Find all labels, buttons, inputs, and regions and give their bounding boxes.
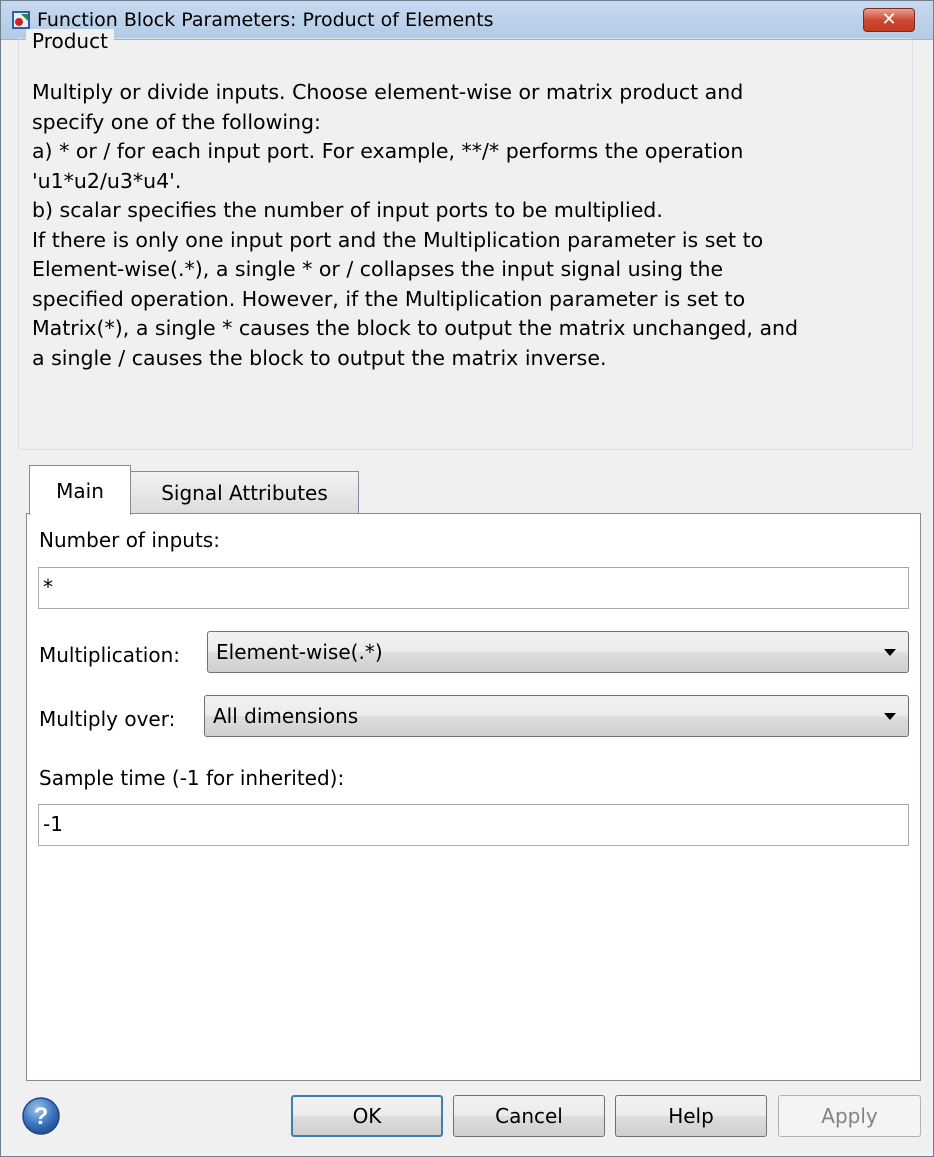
multiplication-label: Multiplication: (39, 643, 180, 667)
dialog-window: Function Block Parameters: Product of El… (0, 0, 934, 1157)
description-line: Matrix(*), a single * causes the block t… (32, 316, 799, 340)
simulink-block-icon (12, 11, 30, 29)
svg-text:?: ? (34, 1103, 49, 1130)
tab-main[interactable]: Main (29, 465, 131, 515)
window-title: Function Block Parameters: Product of El… (37, 9, 494, 31)
multiply-over-select[interactable]: All dimensions (204, 695, 909, 737)
multiply-over-value: All dimensions (213, 704, 359, 728)
description-line: Element-wise(.*), a single * or / collap… (32, 257, 724, 281)
help-button[interactable]: Help (615, 1095, 767, 1137)
title-bar[interactable]: Function Block Parameters: Product of El… (1, 1, 933, 40)
group-legend: Product (26, 29, 114, 53)
description-line: specified operation. However, if the Mul… (32, 286, 746, 311)
number-of-inputs-label: Number of inputs: (39, 528, 220, 552)
number-of-inputs-field[interactable]: * (38, 567, 909, 609)
cancel-button[interactable]: Cancel (453, 1095, 605, 1137)
block-description: Multiply or divide inputs. Choose elemen… (32, 78, 907, 373)
multiplication-value: Element-wise(.*) (216, 640, 383, 664)
description-line: 'u1*u2/u3*u4'. (32, 168, 182, 193)
description-line: a) * or / for each input port. For examp… (32, 139, 744, 163)
multiply-over-label: Multiply over: (39, 707, 176, 731)
sample-time-field[interactable]: -1 (38, 804, 909, 846)
multiplication-select[interactable]: Element-wise(.*) (207, 631, 909, 673)
close-button[interactable]: ✕ (863, 8, 915, 32)
tab-signal-attributes[interactable]: Signal Attributes (131, 471, 359, 515)
description-line: specify one of the following: (32, 109, 321, 134)
description-line: If there is only one input port and the … (32, 227, 764, 252)
ok-button[interactable]: OK (291, 1095, 443, 1137)
description-line: b) scalar specifies the number of input … (32, 198, 663, 222)
chevron-down-icon (884, 713, 896, 720)
sample-time-label: Sample time (-1 for inherited): (39, 766, 345, 790)
close-icon: ✕ (881, 9, 897, 30)
description-line: a single / causes the block to output th… (32, 345, 607, 370)
description-line: Multiply or divide inputs. Choose elemen… (32, 80, 744, 104)
apply-button[interactable]: Apply (778, 1095, 921, 1137)
question-circle-icon[interactable]: ? (21, 1096, 61, 1136)
chevron-down-icon (884, 649, 896, 656)
